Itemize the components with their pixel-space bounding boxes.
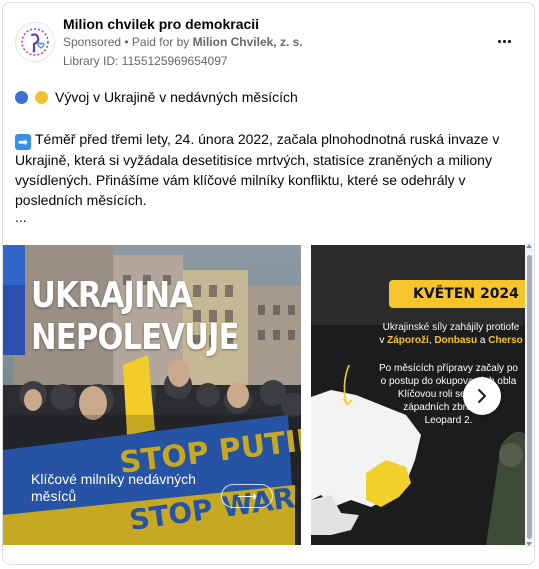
scrollbar-thumb[interactable] (527, 255, 532, 539)
carousel-slide-1[interactable]: STOP PUTIN STOP WAR UKRAJINA NEPOLEVUJE … (3, 245, 301, 545)
library-id: Library ID: 1155125969654097 (63, 54, 228, 68)
carousel-next-button[interactable] (463, 377, 501, 415)
region-zaporizhzhia: Záporoží (387, 335, 429, 346)
scroll-up-arrow-icon[interactable] (526, 244, 532, 248)
slide-title-line-2: NEPOLEVUJE (31, 317, 240, 358)
ad-post-card: Milion chvilek pro demokracii Sponsored … (2, 2, 535, 565)
page-name-link[interactable]: Milion chvilek pro demokracii (63, 16, 259, 32)
paid-for-label: • Paid for by (121, 35, 193, 49)
slide-2-p1-line1: Ukrajinské síly zahájily protiofe (382, 322, 520, 333)
page-avatar[interactable] (15, 22, 55, 62)
more-options-button[interactable] (494, 33, 514, 49)
yellow-circle-emoji-icon (35, 90, 48, 104)
slide-2-p2-line2: o postup do okupovaných obla (380, 376, 517, 387)
slide-2-p2-line3: Klíčovou roli seh omne (397, 389, 500, 400)
region-kherson: Cherso (488, 335, 523, 346)
region-donbas: Donbasu (434, 335, 478, 346)
see-more-ellipsis[interactable]: ... (15, 209, 27, 225)
chevron-right-icon (478, 389, 486, 403)
right-arrow-emoji-icon: ➡ (15, 134, 31, 150)
slide-arrow-button[interactable]: ⟶ (221, 484, 273, 508)
post-body: ➡ Téměř před třemi lety, 24. února 2022, … (15, 129, 520, 210)
slide-2-p2-line5: Leopard 2. (424, 415, 473, 426)
scroll-down-arrow-icon[interactable] (526, 542, 532, 546)
text-sep: a (477, 335, 489, 346)
more-horizontal-icon (497, 39, 501, 43)
slide-2-p2-line4: západních zbraní, ta (403, 402, 494, 413)
blue-circle-emoji-icon (15, 90, 28, 104)
milion-chvilek-logo-icon (21, 28, 49, 56)
month-badge: KVĚTEN 2024 (389, 280, 526, 308)
slide-title-line-1: UKRAJINA (31, 275, 193, 316)
post-headline: Vývoj v Ukrajině v nedávných měsících (15, 89, 298, 105)
slide-title: UKRAJINA NEPOLEVUJE (31, 275, 240, 359)
slide-caption: Klíčové milníky nedávných měsíců (31, 471, 196, 504)
slide-2-paragraph-1: Ukrajinské síly zahájily protiofe v Zápo… (371, 321, 526, 347)
post-body-text: Téměř před třemi lety, 24. února 2022, z… (15, 131, 500, 208)
text-prefix: v (379, 335, 388, 346)
more-dot (507, 39, 511, 43)
slide-2-p1-line2: v Záporoží, Donbasu a Cherso (371, 334, 526, 347)
sponsored-label: Sponsored (63, 35, 122, 49)
more-dot (502, 39, 506, 43)
payer-name[interactable]: Milion Chvilek, z. s. (193, 35, 303, 49)
slide-2-p2-line1: Po měsících přípravy začaly po (379, 363, 518, 374)
image-carousel: STOP PUTIN STOP WAR UKRAJINA NEPOLEVUJE … (3, 245, 534, 547)
slide-2-paragraph-2: Po měsících přípravy začaly po o postup … (366, 362, 526, 427)
headline-text: Vývoj v Ukrajině v nedávných měsících (55, 89, 298, 105)
sponsored-line: Sponsored • Paid for by Milion Chvilek, … (63, 35, 303, 49)
